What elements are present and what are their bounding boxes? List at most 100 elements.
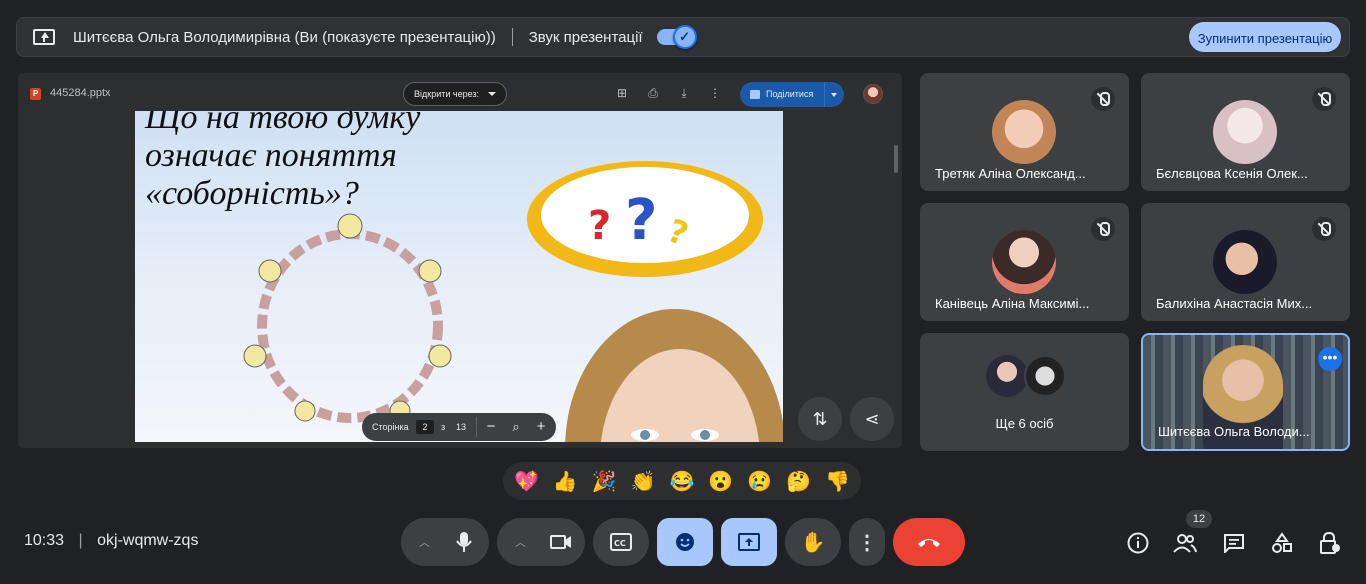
avatar	[986, 355, 1028, 397]
divider: |	[78, 532, 83, 549]
participant-tile[interactable]: Канівець Аліна Максимі...	[920, 203, 1129, 321]
present-now-button[interactable]	[721, 518, 777, 566]
captions-button[interactable]: CC	[593, 518, 649, 566]
raise-hand-button[interactable]: ✋	[785, 518, 841, 566]
thumbs-up-reaction[interactable]: 👍	[553, 469, 578, 494]
participant-tile[interactable]: Третяк Аліна Олександ...	[920, 73, 1129, 191]
file-name: 445284.pptx	[50, 87, 111, 99]
page-navigator: Сторінка 2 з 13 − ⌕ +	[362, 413, 556, 441]
avatar	[992, 100, 1056, 164]
leave-call-button[interactable]	[893, 518, 965, 566]
share-dropdown-icon[interactable]	[824, 82, 844, 107]
participant-tile[interactable]: Балихіна Анастасія Мих...	[1141, 203, 1350, 321]
clock-time: 10:33	[24, 532, 65, 549]
chat-icon	[1224, 534, 1244, 553]
question-cloud-illustration: ? ? ?	[527, 161, 763, 277]
emoji-icon	[676, 533, 694, 551]
thinking-reaction[interactable]: 🤔	[786, 469, 811, 494]
microphone-control: ︿	[401, 518, 489, 566]
share-button[interactable]: Поділитися	[740, 82, 844, 107]
others-count-label: Ще 6 осіб	[995, 416, 1054, 431]
meeting-code: okj-wqmw-zqs	[97, 532, 199, 549]
hand-icon: ✋	[800, 531, 826, 554]
party-popper-reaction[interactable]: 🎉	[592, 469, 617, 494]
open-with-button[interactable]: Відкрити через:	[403, 82, 507, 106]
others-tile[interactable]: Ще 6 осіб	[920, 333, 1129, 451]
presentation-sound-label: Звук презентації	[528, 28, 643, 46]
presentation-sound-toggle[interactable]: ✓	[656, 25, 697, 49]
participant-tile[interactable]: Бєлєвцова Ксенія Олек...	[1141, 73, 1350, 191]
mic-off-icon	[1312, 217, 1336, 241]
share-label: Поділитися	[766, 89, 814, 99]
videocam-icon[interactable]	[550, 534, 572, 550]
children-circle-illustration	[243, 213, 452, 423]
more-vert-icon[interactable]: ⋮	[708, 86, 722, 100]
stop-presenting-button[interactable]: Зупинити презентацію	[1189, 22, 1341, 52]
surprised-reaction[interactable]: 😮	[708, 469, 733, 494]
host-controls-button[interactable]	[1317, 530, 1343, 556]
laughing-reaction[interactable]: 😂	[669, 469, 694, 494]
svg-text:?: ?	[588, 203, 611, 249]
mic-off-icon	[1091, 217, 1115, 241]
avatar	[1213, 230, 1277, 294]
presentation-stage: P 445284.pptx Відкрити через: ⊞ ⎙ ⤓ ⋮ По…	[18, 73, 902, 448]
woman-face-image	[565, 309, 783, 442]
present-to-all-icon	[738, 533, 760, 551]
participant-name: Третяк Аліна Олександ...	[935, 166, 1086, 181]
sparkling-heart-reaction[interactable]: 💖	[514, 469, 539, 494]
viewer-scrollbar[interactable]	[894, 145, 898, 173]
thumbs-down-reaction[interactable]: 👎	[825, 469, 850, 494]
camera-control: ︿	[497, 518, 585, 566]
more-options-icon[interactable]: •••	[1318, 347, 1342, 371]
divider	[511, 28, 513, 46]
powerpoint-icon: P	[30, 88, 41, 100]
reactions-button[interactable]	[657, 518, 713, 566]
chevron-up-icon[interactable]: ︿	[515, 534, 526, 550]
print-icon[interactable]: ⎙	[646, 86, 660, 100]
zoom-search-icon[interactable]: ⌕	[507, 418, 525, 436]
people-button[interactable]	[1172, 530, 1198, 556]
meeting-details-button[interactable]	[1125, 530, 1151, 556]
swap-layout-icon[interactable]: ⇅	[798, 397, 842, 441]
chat-button[interactable]	[1221, 530, 1247, 556]
meeting-info: 10:33 | okj-wqmw-zqs	[24, 532, 198, 550]
clapping-reaction[interactable]: 👏	[631, 469, 656, 494]
presentation-slide: Що на твою думку означає поняття «соборн…	[135, 111, 783, 442]
page-label: Сторінка	[372, 422, 409, 432]
presenting-banner: Шитєєва Ольга Володимирівна (Ви (показує…	[16, 17, 1350, 57]
people-count-badge: 12	[1186, 510, 1212, 528]
user-avatar[interactable]	[863, 84, 883, 104]
closed-captions-icon: CC	[610, 533, 632, 551]
avatar	[992, 230, 1056, 294]
mic-off-icon	[1312, 87, 1336, 111]
self-video-tile[interactable]: ••• Шитєєва Ольга Володи...	[1141, 333, 1350, 451]
page-total: 13	[456, 422, 467, 432]
lock-person-icon	[1320, 531, 1340, 554]
participant-name: Шитєєва Ольга Володи...	[1158, 424, 1310, 439]
activities-button[interactable]	[1269, 530, 1295, 556]
share-icon[interactable]: ⋖	[850, 397, 894, 441]
microphone-icon[interactable]	[456, 531, 472, 553]
participant-name: Бєлєвцова Ксенія Олек...	[1156, 166, 1308, 181]
svg-text:CC: CC	[614, 539, 626, 548]
crying-reaction[interactable]: 😢	[747, 469, 772, 494]
zoom-in-icon[interactable]: +	[532, 418, 550, 436]
add-comment-icon[interactable]: ⊞	[615, 86, 629, 100]
building-icon	[750, 90, 760, 99]
zoom-out-icon[interactable]: −	[482, 418, 500, 436]
page-number-input[interactable]: 2	[416, 420, 434, 434]
svg-text:?: ?	[625, 188, 657, 253]
reactions-bar: 💖 👍 🎉 👏 😂 😮 😢 🤔 👎	[503, 462, 861, 500]
presenting-title: Шитєєва Ольга Володимирівна (Ви (показує…	[73, 28, 496, 46]
page-of-label: з	[441, 422, 446, 432]
check-icon: ✓	[672, 25, 697, 49]
activities-icon	[1272, 532, 1292, 553]
chevron-up-icon[interactable]: ︿	[419, 534, 430, 550]
divider	[476, 417, 477, 437]
participant-name: Канівець Аліна Максимі...	[935, 296, 1090, 311]
download-icon[interactable]: ⤓	[677, 86, 691, 100]
more-options-button[interactable]: ⋮	[849, 518, 885, 566]
slide-title: Що на твою думку означає поняття «соборн…	[145, 111, 421, 212]
call-end-icon	[918, 539, 940, 547]
people-icon	[1173, 534, 1197, 553]
